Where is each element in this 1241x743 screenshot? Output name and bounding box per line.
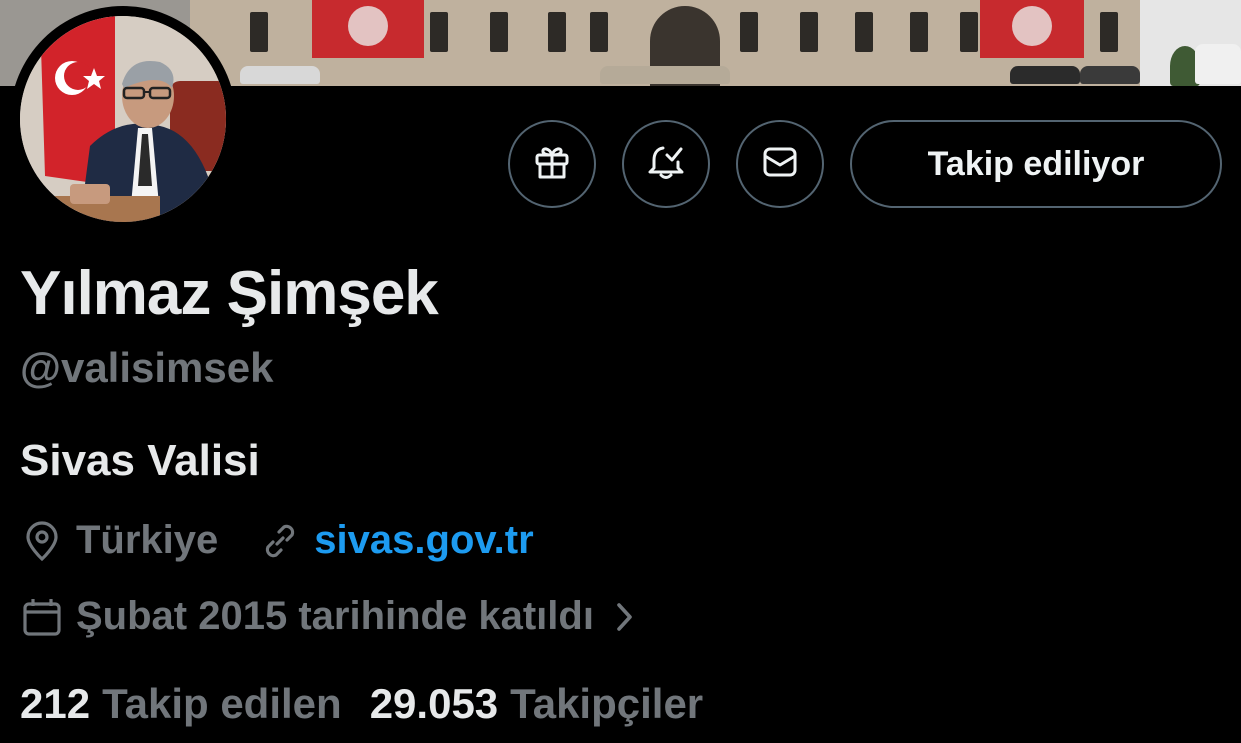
following-count: 212	[20, 680, 91, 727]
following-button[interactable]: Takip ediliyor	[850, 120, 1222, 208]
followers-stat[interactable]: 29.053 Takipçiler	[370, 680, 703, 728]
link-icon	[258, 519, 302, 563]
profile-page: Takip ediliyor Yılmaz Şimşek @valisimsek…	[0, 0, 1241, 743]
joined-text: Şubat 2015 tarihinde katıldı	[76, 594, 594, 638]
avatar[interactable]	[10, 6, 236, 232]
message-button[interactable]	[736, 120, 824, 208]
joined-row[interactable]: Şubat 2015 tarihinde katıldı	[20, 594, 650, 639]
gift-button[interactable]	[508, 120, 596, 208]
mail-icon	[760, 142, 800, 187]
chevron-right-icon	[610, 599, 638, 635]
bell-check-icon	[646, 142, 686, 187]
display-name: Yılmaz Şimşek	[20, 259, 439, 328]
bio-text: Sivas Valisi	[20, 436, 260, 485]
following-label: Takip edilen	[102, 680, 342, 727]
location-icon	[20, 519, 64, 563]
gift-icon	[532, 142, 572, 187]
followers-count: 29.053	[369, 680, 499, 727]
website-link[interactable]: sivas.gov.tr	[314, 518, 533, 563]
profile-meta-row: Türkiye sivas.gov.tr	[20, 518, 534, 563]
following-stat[interactable]: 212 Takip edilen	[20, 680, 342, 728]
notifications-button[interactable]	[622, 120, 710, 208]
calendar-icon	[20, 595, 64, 639]
followers-label: Takipçiler	[510, 680, 704, 727]
location-text: Türkiye	[76, 518, 219, 562]
user-handle: @valisimsek	[20, 344, 274, 391]
avatar-photo	[20, 16, 226, 222]
profile-stats: 212 Takip edilen 29.053 Takipçiler	[20, 680, 731, 728]
